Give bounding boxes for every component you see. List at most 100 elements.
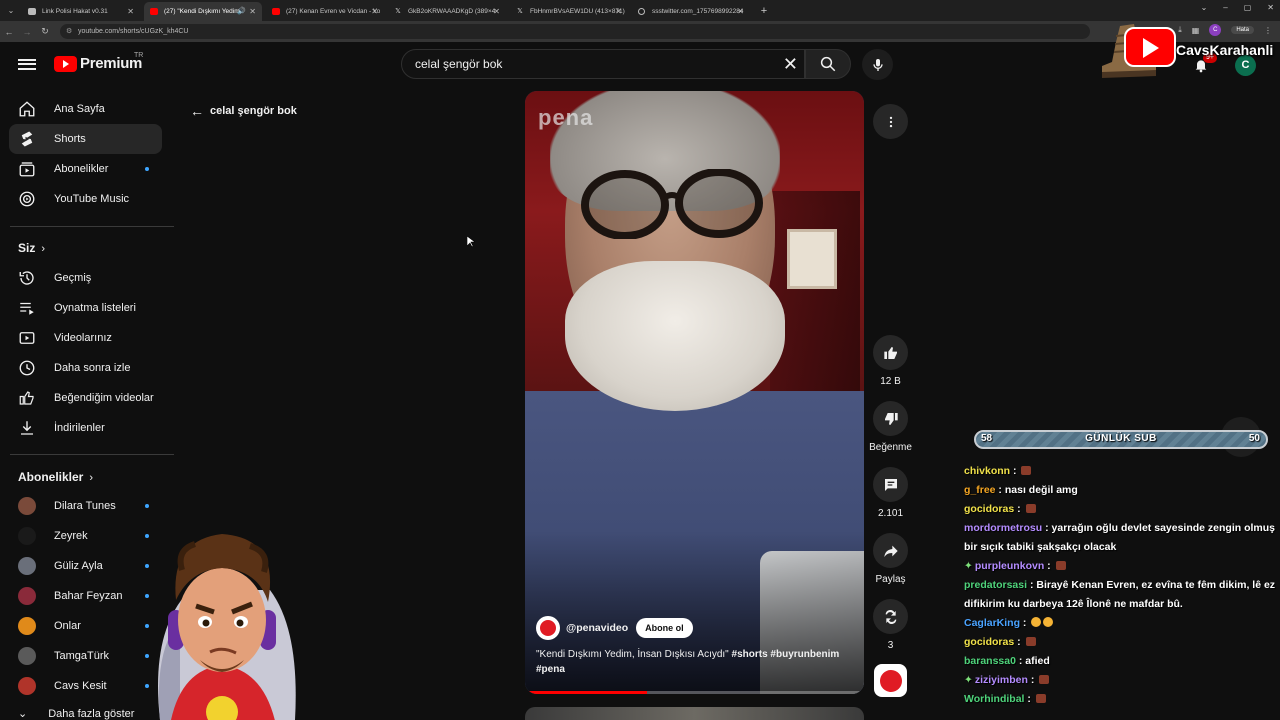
search-input[interactable]: celal şengör bok ✕ [401, 49, 805, 79]
new-tab-button[interactable]: + [754, 2, 774, 21]
tab-title: Link Polisi Hakat v0.31 [42, 8, 108, 15]
comment-icon [884, 478, 897, 491]
subscription-item[interactable]: Dilara Tunes [9, 491, 162, 521]
browser-tab[interactable]: (27) "Kendi Dışkımı Yedim, 🔊 ✕ [144, 2, 262, 21]
sidebar-item[interactable]: Abonelikler [9, 154, 162, 184]
download-icon[interactable]: ⤓ [1178, 25, 1182, 35]
channel-avatar [18, 617, 36, 635]
menu-icon[interactable]: ⋮ [1264, 26, 1272, 35]
close-window-button[interactable]: ✕ [1267, 3, 1274, 12]
youtube-premium-logo[interactable]: Premium TR [54, 52, 144, 72]
clear-search-icon[interactable]: ✕ [783, 50, 798, 78]
sidebar-item[interactable]: YouTube Music [9, 184, 162, 214]
remix-button[interactable] [873, 599, 908, 634]
sound-channel-thumbnail[interactable] [874, 664, 907, 697]
browser-tab[interactable]: (27) Kenan Evren ve Vicdan - Yo ✕ [266, 2, 384, 21]
you-section-heading[interactable]: Siz › [18, 241, 45, 255]
chat-username: g_free [964, 484, 996, 496]
site-info-icon[interactable]: ⚙ [66, 24, 72, 39]
dislike-button[interactable] [873, 401, 908, 436]
country-code: TR [134, 52, 144, 59]
remix-icon [885, 609, 896, 624]
sidebar-item[interactable]: Ana Sayfa [9, 94, 162, 124]
globe-icon [638, 8, 645, 15]
tab-title: ssstwitter.com_1757698992284 [652, 8, 744, 15]
video-caption[interactable]: "Kendi Dışkımı Yedim, İnsan Dışkısı Acıy… [536, 647, 854, 677]
next-short-preview[interactable] [525, 707, 864, 720]
minimize-button[interactable]: – [1223, 3, 1227, 12]
caption-text: "Kendi Dışkımı Yedim, İnsan Dışkısı Acıy… [536, 649, 732, 660]
subscription-label: Cavs Kesit [54, 680, 107, 692]
shorts-video-player[interactable]: pena @penavideo Abone ol "Kendi Dışkımı … [525, 91, 864, 694]
daily-sub-goal-bar: GÜNLÜK SUB 58 50 [974, 430, 1268, 449]
sidebar-item[interactable]: Shorts [9, 124, 162, 154]
sidebar-item[interactable]: Oynatma listeleri [9, 293, 162, 323]
sidebar-item[interactable]: Daha sonra izle [9, 353, 162, 383]
sidebar-item[interactable]: Beğendiğim videolar [9, 383, 162, 413]
maximize-button[interactable]: ▢ [1244, 3, 1252, 12]
error-badge[interactable]: Hata [1231, 26, 1254, 34]
video-progress-bar[interactable] [525, 691, 864, 694]
browser-tab[interactable]: 𝕏 GkB2oKRWAAADKgD (389×4 ✕ [388, 2, 506, 21]
subscriptions-icon [19, 162, 35, 177]
show-more-button[interactable]: ⌄ Daha fazla göster [18, 707, 134, 720]
more-options-button[interactable] [873, 104, 908, 139]
sidebar-item-label: Oynatma listeleri [54, 302, 136, 314]
close-tab-icon[interactable]: ✕ [737, 2, 744, 21]
close-tab-icon[interactable]: ✕ [493, 2, 500, 21]
chat-username: mordormetrosu [964, 522, 1043, 534]
close-tab-icon[interactable]: ✕ [249, 2, 256, 21]
screen: { "browser": { "tabs": [ {"title": "Link… [0, 0, 1280, 720]
youtube-play-icon [54, 55, 77, 72]
profile-avatar[interactable]: C [1209, 24, 1222, 36]
chat-message: Worhindibal : [964, 690, 1276, 709]
subscription-label: Bahar Feyzan [54, 590, 123, 602]
reload-button[interactable]: ↻ [36, 26, 54, 37]
speaker-icon[interactable]: 🔊 [237, 2, 246, 21]
chevron-right-icon: › [89, 472, 94, 484]
chat-separator: : [1044, 560, 1054, 572]
chat-message: ✦ purpleunkovn : [964, 557, 1276, 576]
tab-search-button[interactable]: ⌄ [0, 0, 22, 21]
chevron-down-icon: ⌄ [18, 708, 28, 720]
channel-avatar [18, 677, 36, 695]
share-button[interactable] [873, 533, 908, 568]
streamer-avatar-image [158, 534, 296, 720]
forward-button[interactable]: → [18, 27, 36, 37]
chat-username: purpleunkovn [974, 560, 1045, 572]
browser-tab[interactable]: ssstwitter.com_1757698992284 ✕ [632, 2, 750, 21]
you-heading-text: Siz [18, 241, 36, 255]
sidebar-item[interactable]: Geçmiş [9, 263, 162, 293]
sidebar-item[interactable]: Videolarınız [9, 323, 162, 353]
back-to-search-link[interactable]: ← celal şengör bok [190, 103, 297, 119]
sidebar-item-label: Daha sonra izle [54, 362, 131, 374]
channel-avatar [18, 587, 36, 605]
sidebar-item-label: İndirilenler [54, 422, 105, 434]
account-avatar[interactable]: C [1235, 55, 1256, 76]
subscribe-button[interactable]: Abone ol [636, 618, 693, 638]
address-bar[interactable]: ⚙ youtube.com/shorts/cUGzK_kh4CU [60, 24, 1090, 39]
x-icon: 𝕏 [517, 8, 523, 15]
search-button[interactable] [805, 49, 851, 79]
like-button[interactable] [873, 335, 908, 370]
back-button[interactable]: ← [0, 27, 18, 37]
tab-search-icon[interactable]: ⌄ [1201, 3, 1208, 12]
close-tab-icon[interactable]: ✕ [615, 2, 622, 21]
channel-handle[interactable]: @penavideo [566, 622, 628, 634]
notifications-button[interactable]: 9+ [1193, 53, 1217, 79]
close-tab-icon[interactable]: ✕ [371, 2, 378, 21]
voice-search-button[interactable] [862, 49, 893, 80]
browser-tab[interactable]: Link Polisi Hakat v0.31 ✕ [22, 2, 140, 21]
extensions-icon[interactable]: ▦ [1192, 26, 1200, 35]
sidebar-item[interactable]: İndirilenler [9, 413, 162, 443]
browser-tab[interactable]: 𝕏 FbHnmrBVsAEW1DU (413×871) ✕ [510, 2, 628, 21]
chat-username: predatorsasi [964, 579, 1028, 591]
close-tab-icon[interactable]: ✕ [127, 2, 134, 21]
chat-username: Worhindibal [964, 693, 1025, 705]
subscriptions-heading[interactable]: Abonelikler › [18, 470, 93, 484]
new-content-dot [145, 504, 149, 508]
logo-text: Premium [80, 55, 143, 72]
guide-menu-icon[interactable] [18, 56, 36, 70]
channel-avatar[interactable] [536, 616, 560, 640]
comments-button[interactable] [873, 467, 908, 502]
